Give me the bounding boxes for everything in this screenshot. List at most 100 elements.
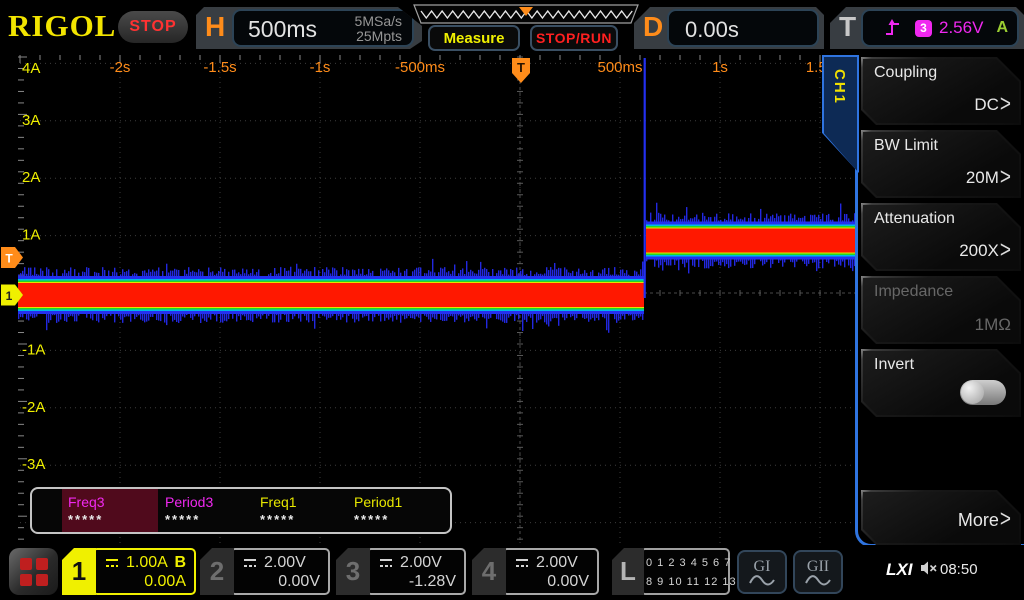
- acquisition-status-badge: STOP: [118, 11, 188, 43]
- measurement-value: *****: [165, 512, 200, 527]
- waveform-ch1: [18, 58, 858, 333]
- channel-2-values: 2.00V 0.00V: [230, 548, 330, 595]
- chevron-right-icon: >: [1000, 506, 1011, 534]
- source-1-button[interactable]: GI: [737, 550, 787, 594]
- menu-item-label: Attenuation: [874, 210, 955, 228]
- measurement-panel: Freq3 ***** Period3 ***** Freq1 ***** Pe…: [30, 487, 452, 534]
- channel-menu: Coupling DC> BW Limit 20M> Attenuation 2…: [858, 55, 1024, 600]
- delay-value: 0.00s: [685, 17, 739, 43]
- sample-rate: 5MSa/s: [355, 14, 402, 29]
- menu-item-value: 20M: [966, 168, 999, 188]
- channel-1-number: 1: [62, 548, 96, 595]
- measure-button[interactable]: Measure: [428, 25, 520, 51]
- invert-toggle[interactable]: [960, 380, 1006, 405]
- svg-text:-500ms: -500ms: [395, 59, 445, 76]
- trigger-source-badge: 3: [915, 20, 932, 37]
- menu-item-more[interactable]: More>: [861, 490, 1021, 545]
- menu-item-label: BW Limit: [874, 137, 938, 155]
- status-bar: 1.00A B 0.00A 1 2.00V 0.00V 2: [0, 545, 1024, 600]
- markers[interactable]: T T 1: [1, 58, 530, 306]
- measurement-value: *****: [354, 512, 389, 527]
- channel-scale: 2.00V: [536, 554, 578, 572]
- menu-item-label: Invert: [874, 356, 914, 374]
- speaker-muted-icon: [920, 560, 938, 576]
- svg-text:500ms: 500ms: [597, 59, 642, 76]
- menu-item-bw-limit[interactable]: BW Limit 20M>: [861, 130, 1021, 198]
- channel-scale: 1.00A: [126, 554, 168, 572]
- oscilloscope-screen: -2s-1.5s-1s-500ms500ms1s1.5s4A3A2A1A-1A-…: [0, 0, 1024, 600]
- source-2-button[interactable]: GII: [793, 550, 843, 594]
- memory-position-bar[interactable]: [410, 4, 642, 25]
- channel-1-box[interactable]: 1.00A B 0.00A 1: [62, 548, 196, 595]
- menu-item-value: 200X: [959, 241, 999, 261]
- bandwidth-badge: B: [174, 554, 186, 572]
- svg-text:-2s: -2s: [110, 59, 131, 76]
- svg-text:-1.5s: -1.5s: [203, 59, 236, 76]
- logic-row-2: 8 9 10 11 12 13 14 15: [646, 573, 724, 592]
- svg-text:T: T: [5, 252, 13, 266]
- menu-item-value: DC: [974, 95, 999, 115]
- channel-2-box[interactable]: 2.00V 0.00V 2: [200, 548, 330, 595]
- menu-item-label: Coupling: [874, 64, 937, 82]
- timebase-value: 500ms: [248, 16, 317, 43]
- dc-coupling-icon: [378, 557, 394, 569]
- menu-item-value: 1MΩ: [975, 315, 1011, 335]
- measurement-label: Period3: [165, 494, 213, 510]
- menu-item-label: Impedance: [874, 283, 953, 301]
- menu-button[interactable]: [9, 548, 58, 595]
- trigger-position-marker[interactable]: T: [512, 58, 530, 83]
- source-1-label: GI: [754, 559, 771, 574]
- step-edge-line: [644, 58, 646, 298]
- trigger-sweep-mode: A: [996, 19, 1008, 37]
- logic-analyzer-label: L: [612, 548, 644, 595]
- channel-3-box[interactable]: 2.00V -1.28V 3: [336, 548, 466, 595]
- measurement-value: *****: [260, 512, 295, 527]
- sine-wave-icon: [749, 574, 775, 586]
- sine-wave-icon: [805, 574, 831, 586]
- svg-text:-3A: -3A: [22, 456, 45, 473]
- channel-offset: 0.00V: [514, 573, 589, 593]
- channel-offset: 0.00V: [242, 573, 320, 593]
- svg-text:2A: 2A: [22, 169, 40, 186]
- measurement-value: *****: [68, 512, 103, 527]
- svg-text:-2A: -2A: [22, 399, 45, 416]
- svg-text:1s: 1s: [712, 59, 728, 76]
- clock: 08:50: [940, 561, 978, 578]
- trigger-level-value: 2.56V: [939, 18, 983, 38]
- dc-coupling-icon: [514, 557, 530, 569]
- logic-row-1: 0 1 2 3 4 5 6 7: [646, 554, 724, 573]
- channel-offset: 0.00A: [104, 573, 186, 593]
- delay-group[interactable]: D 0.00s: [634, 7, 824, 49]
- measurement-label: Freq3: [68, 494, 105, 510]
- sample-rate-readout: 5MSa/s 25Mpts: [355, 14, 402, 44]
- chevron-right-icon: >: [1000, 91, 1011, 119]
- chevron-right-icon: >: [1000, 164, 1011, 192]
- svg-text:1: 1: [6, 289, 13, 303]
- trigger-level-marker[interactable]: T: [1, 247, 23, 268]
- svg-text:4A: 4A: [22, 60, 40, 77]
- rigol-logo: RIGOL: [8, 8, 116, 44]
- channel-scale: 2.00V: [264, 554, 306, 572]
- trigger-box: 3 2.56V A: [861, 9, 1019, 47]
- svg-text:1A: 1A: [22, 227, 40, 244]
- menu-item-attenuation[interactable]: Attenuation 200X>: [861, 203, 1021, 271]
- menu-item-invert[interactable]: Invert: [861, 349, 1021, 417]
- lxi-logo: LXI: [886, 560, 912, 580]
- channel-4-box[interactable]: 2.00V 0.00V 4: [472, 548, 599, 595]
- menu-item-coupling[interactable]: Coupling DC>: [861, 57, 1021, 125]
- memory-depth: 25Mpts: [355, 29, 402, 44]
- logic-analyzer-box[interactable]: 0 1 2 3 4 5 6 7 8 9 10 11 12 13 14 15 L: [612, 548, 730, 595]
- channel-offset: -1.28V: [378, 573, 456, 593]
- source-2-label: GII: [807, 559, 829, 574]
- horizontal-group[interactable]: H 500ms 5MSa/s 25Mpts: [196, 7, 422, 49]
- chevron-right-icon: >: [1000, 237, 1011, 265]
- trigger-group[interactable]: T 3 2.56V A: [830, 7, 1024, 49]
- menu-item-impedance: Impedance 1MΩ: [861, 276, 1021, 344]
- svg-text:3A: 3A: [22, 112, 40, 129]
- tab-ch1-label: CH1: [831, 69, 848, 105]
- trigger-label: T: [839, 11, 856, 43]
- svg-text:-1A: -1A: [22, 341, 45, 358]
- stop-run-button[interactable]: STOP/RUN: [530, 25, 618, 51]
- dc-coupling-icon: [242, 557, 258, 569]
- channel-3-values: 2.00V -1.28V: [366, 548, 466, 595]
